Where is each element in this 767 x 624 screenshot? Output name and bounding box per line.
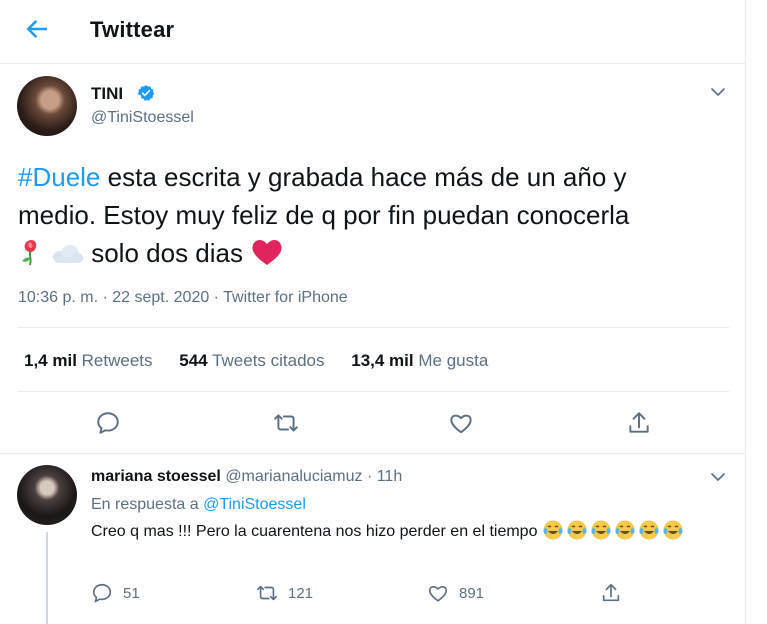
- laughing-tears-emoji: [567, 520, 587, 540]
- like-icon[interactable]: [448, 410, 474, 436]
- reply-text: Creo q mas !!! Pero la cuarentena nos hi…: [91, 523, 542, 540]
- reply-icon: [92, 583, 112, 603]
- thread-connector: [46, 532, 48, 624]
- reply-time[interactable]: 11h: [377, 468, 403, 485]
- laugh-emoji-group: [542, 520, 686, 540]
- reply-body: Creo q mas !!! Pero la cuarentena nos hi…: [91, 519, 721, 544]
- reply-author-handle[interactable]: @marianaluciamuz: [225, 468, 362, 485]
- author-handle[interactable]: @TiniStoessel: [91, 109, 194, 127]
- retweet-action[interactable]: 121: [256, 582, 313, 604]
- page-title: Twittear: [90, 17, 175, 42]
- back-arrow-icon[interactable]: [22, 14, 52, 44]
- stats-divider: [18, 391, 729, 392]
- engagement-stats: 1,4 mil Retweets 544 Tweets citados 13,4…: [24, 351, 510, 371]
- laughing-tears-emoji: [543, 520, 563, 540]
- reply-author-name[interactable]: mariana stoessel: [91, 468, 221, 485]
- hashtag-link[interactable]: #Duele: [18, 162, 100, 192]
- in-reply-to-prefix: En respuesta a: [91, 496, 204, 513]
- likes-stat[interactable]: 13,4 mil Me gusta: [351, 351, 488, 370]
- rose-emoji: [22, 240, 37, 266]
- retweet-icon: [257, 585, 277, 601]
- reply-chevron-down-icon[interactable]: [709, 468, 727, 486]
- top-bar: Twittear: [0, 0, 745, 60]
- like-action[interactable]: 891: [427, 582, 484, 604]
- laughing-tears-emoji: [591, 520, 611, 540]
- reply-avatar[interactable]: [17, 465, 77, 525]
- red-heart-emoji: [252, 239, 282, 265]
- thread-divider: [0, 453, 745, 454]
- author-name[interactable]: TINI: [91, 84, 123, 104]
- in-reply-to-link[interactable]: @TiniStoessel: [203, 496, 306, 513]
- in-reply-to: En respuesta a @TiniStoessel: [91, 496, 306, 514]
- share-icon: [602, 583, 620, 602]
- retweets-stat[interactable]: 1,4 mil Retweets: [24, 351, 153, 370]
- reply-icon[interactable]: [95, 410, 121, 436]
- retweet-count: 121: [288, 584, 314, 602]
- tweet-timestamp[interactable]: 10:36 p. m. · 22 sept. 2020 · Twitter fo…: [18, 289, 348, 307]
- quote-tweets-stat[interactable]: 544 Tweets citados: [179, 351, 324, 370]
- verified-badge-icon: [137, 85, 155, 101]
- meta-divider: [18, 327, 729, 328]
- laughing-tears-emoji: [615, 520, 635, 540]
- share-action[interactable]: [600, 582, 622, 604]
- reply-action[interactable]: 51: [91, 582, 140, 604]
- avatar[interactable]: [17, 76, 77, 136]
- reply-separator: ·: [362, 468, 377, 485]
- laughing-tears-emoji: [663, 520, 683, 540]
- tweet-text-line-2: medio. Estoy muy feliz de q por fin pued…: [18, 200, 630, 230]
- reply-count: 51: [123, 584, 140, 602]
- reply-header: mariana stoessel @marianaluciamuz · 11h: [91, 468, 402, 486]
- retweet-icon[interactable]: [273, 410, 299, 436]
- tweet-text-line-1: esta escrita y grabada hace más de un añ…: [100, 162, 627, 192]
- chevron-down-icon[interactable]: [709, 83, 727, 101]
- laughing-tears-emoji: [639, 520, 659, 540]
- tweet-body: #Duele esta escrita y grabada hace más d…: [18, 158, 718, 272]
- column-border: [745, 0, 746, 624]
- header-divider: [0, 63, 745, 64]
- share-icon[interactable]: [626, 410, 652, 436]
- like-icon: [428, 585, 448, 602]
- tweet-text-line-3: solo dos dias: [84, 238, 243, 268]
- like-count: 891: [459, 584, 485, 602]
- cloud-emoji: [53, 245, 83, 263]
